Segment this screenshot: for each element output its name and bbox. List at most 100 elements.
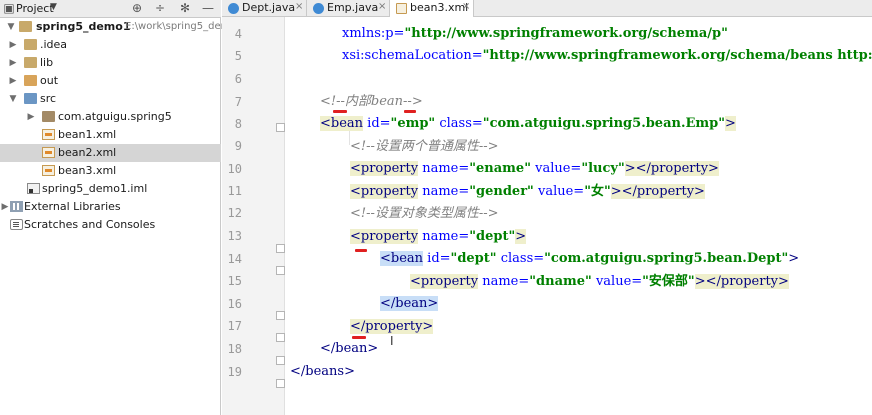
tab-label: Dept.java <box>242 1 296 14</box>
code-line-4: xmlns:p="http://www.springframework.org/… <box>342 26 728 41</box>
code-line-11: <property name="gender" value="女"></prop… <box>350 184 705 199</box>
editor-gutter: 4 5 6 7 8 9 10 11 12 13 14 15 16 17 18 1… <box>222 17 285 415</box>
code-line-15: <property name="dname" value="安保部"></pro… <box>410 274 789 289</box>
xml-file-icon <box>42 165 55 176</box>
chevron-right-icon[interactable]: ▶ <box>8 57 18 69</box>
code-line-13: <property name="dept"> <box>350 229 527 244</box>
line-number: 12 <box>227 206 242 220</box>
fold-marker-icon[interactable] <box>276 123 285 132</box>
tab-bean3-xml[interactable]: bean3.xml × <box>390 0 474 17</box>
line-number: 10 <box>227 162 242 176</box>
chevron-right-icon[interactable]: ▶ <box>0 201 10 213</box>
chevron-right-icon[interactable]: ▶ <box>8 39 18 51</box>
collapse-all-icon[interactable]: ÷ <box>153 1 167 16</box>
chevron-down-icon[interactable]: ▼ <box>6 21 16 33</box>
tree-item-label: External Libraries <box>24 200 121 213</box>
line-number: 4 <box>234 27 242 41</box>
scratch-icon <box>10 219 23 230</box>
fold-marker-icon[interactable] <box>276 311 285 320</box>
line-number: 15 <box>227 274 242 288</box>
tree-item-out[interactable]: ▶ out <box>0 72 221 90</box>
line-number: 14 <box>227 252 242 266</box>
settings-gear-icon[interactable]: ⊕ <box>130 1 144 16</box>
tree-item-label: com.atguigu.spring5 <box>58 110 172 123</box>
tree-item-iml[interactable]: spring5_demo1.iml <box>0 180 221 198</box>
folder-icon <box>24 75 37 86</box>
tab-label: Emp.java <box>327 1 379 14</box>
line-number: 13 <box>227 229 242 243</box>
annotation-mark <box>355 249 367 252</box>
tree-item-package[interactable]: ▶ com.atguigu.spring5 <box>0 108 221 126</box>
fold-marker-icon[interactable] <box>276 244 285 253</box>
tab-emp-java[interactable]: Emp.java × <box>307 0 390 17</box>
project-view-icon[interactable]: ▣ <box>2 1 16 16</box>
chevron-right-icon[interactable]: ▶ <box>8 75 18 87</box>
line-number: 8 <box>234 117 242 131</box>
close-icon[interactable]: × <box>295 1 303 12</box>
fold-marker-icon[interactable] <box>276 266 285 275</box>
code-line-16: </bean> <box>380 296 439 311</box>
line-number: 5 <box>234 49 242 63</box>
annotation-mark <box>404 110 416 113</box>
code-line-5: xsi:schemaLocation="http://www.springfra… <box>342 48 872 63</box>
library-icon <box>10 201 23 212</box>
chevron-down-icon[interactable]: ▼ <box>50 2 57 12</box>
fold-marker-icon[interactable] <box>276 379 285 388</box>
code-line-18: </bean> <box>320 341 379 356</box>
module-folder-icon <box>19 21 32 32</box>
tree-item-lib[interactable]: ▶ lib <box>0 54 221 72</box>
fold-marker-icon[interactable] <box>276 333 285 342</box>
tree-item-bean2-xml[interactable]: bean2.xml <box>0 144 221 162</box>
tree-item-label: bean3.xml <box>58 164 117 177</box>
package-icon <box>42 111 55 122</box>
tree-item-label: .idea <box>40 38 68 51</box>
text-cursor-icon: I <box>390 334 394 348</box>
tree-item-idea[interactable]: ▶ .idea <box>0 36 221 54</box>
code-line-8: <bean id="emp" class="com.atguigu.spring… <box>320 116 736 131</box>
java-class-icon <box>313 3 324 14</box>
chevron-right-icon[interactable]: ▶ <box>26 111 36 123</box>
line-number: 19 <box>227 365 242 379</box>
line-number: 18 <box>227 342 242 356</box>
tree-item-label: Scratches and Consoles <box>24 218 156 231</box>
tree-item-label: src <box>40 92 57 105</box>
tree-item-label: out <box>40 74 59 87</box>
hide-icon[interactable]: — <box>201 1 215 16</box>
close-icon[interactable]: × <box>462 1 470 12</box>
tree-item-bean1-xml[interactable]: bean1.xml <box>0 126 221 144</box>
code-line-14: <bean id="dept" class="com.atguigu.sprin… <box>380 251 800 266</box>
code-editor[interactable]: xmlns:p="http://www.springframework.org/… <box>286 17 872 415</box>
java-class-icon <box>228 3 239 14</box>
project-panel: ▣ Project ▼ ⊕ ÷ ✻ — ▼ spring5_demo1 E:\w… <box>0 0 243 415</box>
folder-icon <box>24 57 37 68</box>
close-icon[interactable]: × <box>378 1 386 12</box>
code-line-9: <!--设置两个普通属性--> <box>350 139 499 154</box>
xml-file-icon <box>42 147 55 158</box>
tree-item-label: lib <box>40 56 54 69</box>
fold-marker-icon[interactable] <box>276 356 285 365</box>
line-number: 11 <box>227 184 242 198</box>
gear-icon[interactable]: ✻ <box>178 1 192 16</box>
code-line-19: </beans> <box>290 364 355 379</box>
line-number: 17 <box>227 319 242 333</box>
tree-item-external-libraries[interactable]: ▶ External Libraries <box>0 198 221 216</box>
project-toolbar: ▣ Project ▼ ⊕ ÷ ✻ — <box>0 0 221 18</box>
folder-icon <box>24 39 37 50</box>
source-folder-icon <box>24 93 37 104</box>
tree-item-spring5-demo1[interactable]: ▼ spring5_demo1 E:\work\spring5_demo1 <box>0 18 243 36</box>
editor-tab-bar: Dept.java × Emp.java × bean3.xml × <box>222 0 872 17</box>
tree-item-bean3-xml[interactable]: bean3.xml <box>0 162 221 180</box>
project-view-label[interactable]: Project <box>16 2 54 15</box>
tree-item-label: bean2.xml <box>58 146 117 159</box>
line-number: 16 <box>227 297 242 311</box>
annotation-mark <box>333 110 347 113</box>
tree-item-scratches[interactable]: Scratches and Consoles <box>0 216 221 234</box>
iml-file-icon <box>27 183 40 194</box>
chevron-down-icon[interactable]: ▼ <box>8 93 18 105</box>
tree-item-src[interactable]: ▼ src <box>0 90 221 108</box>
tab-dept-java[interactable]: Dept.java × <box>222 0 307 17</box>
line-number: 6 <box>234 72 242 86</box>
tree-item-label: spring5_demo1 <box>36 20 131 33</box>
tree-item-label: spring5_demo1.iml <box>42 182 148 195</box>
xml-file-icon <box>42 129 55 140</box>
